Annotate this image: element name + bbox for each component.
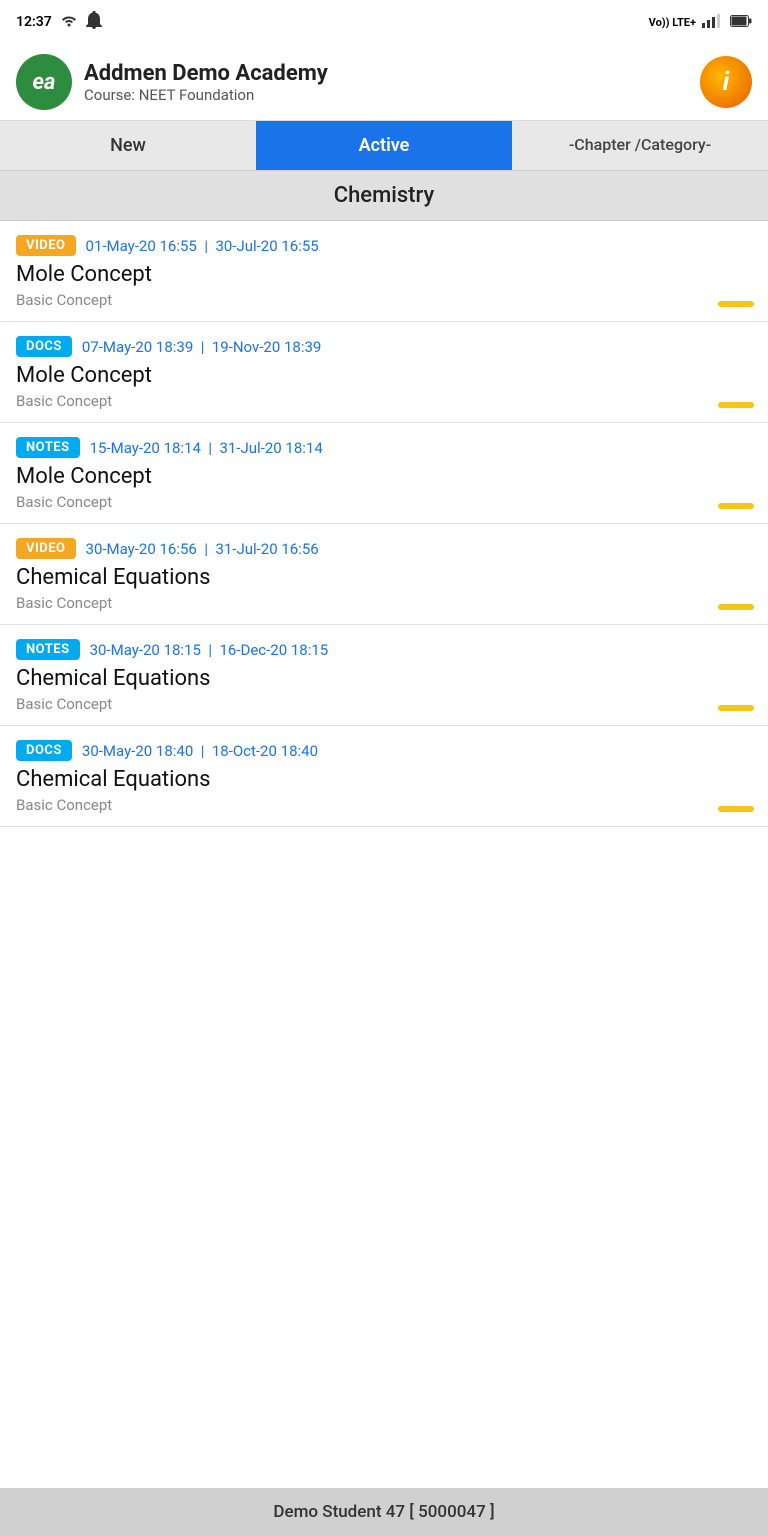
bell-icon (86, 11, 102, 33)
footer-bar: Demo Student 47 [ 5000047 ] (0, 1488, 768, 1536)
battery-icon (730, 15, 752, 30)
item-subtitle-3: Basic Concept (16, 594, 752, 612)
tab-active[interactable]: Active (256, 121, 512, 170)
logo-text: ea (33, 70, 56, 95)
item-meta-3: VIDEO 30-May-20 16:56 | 31-Jul-20 16:56 (16, 538, 752, 559)
tab-new[interactable]: New (0, 121, 256, 170)
date-range-4: 30-May-20 18:15 | 16-Dec-20 18:15 (90, 641, 329, 659)
header-text-block: Addmen Demo Academy Course: NEET Foundat… (84, 61, 328, 104)
item-title-0: Mole Concept (16, 262, 752, 287)
item-title-3: Chemical Equations (16, 565, 752, 590)
item-meta-0: VIDEO 01-May-20 16:55 | 30-Jul-20 16:55 (16, 235, 752, 256)
list-item[interactable]: DOCS 30-May-20 18:40 | 18-Oct-20 18:40 C… (0, 726, 768, 827)
item-title-4: Chemical Equations (16, 666, 752, 691)
app-logo: ea (16, 54, 72, 110)
signal-bars-icon (702, 14, 724, 31)
info-icon: i (723, 67, 730, 97)
item-indicator-2 (718, 503, 754, 509)
badge-notes: NOTES (16, 639, 80, 660)
date-range-3: 30-May-20 16:56 | 31-Jul-20 16:56 (86, 540, 319, 558)
list-item[interactable]: VIDEO 30-May-20 16:56 | 31-Jul-20 16:56 … (0, 524, 768, 625)
wifi-icon (60, 13, 78, 31)
badge-video: VIDEO (16, 538, 76, 559)
date-range-1: 07-May-20 18:39 | 19-Nov-20 18:39 (82, 338, 321, 356)
item-meta-5: DOCS 30-May-20 18:40 | 18-Oct-20 18:40 (16, 740, 752, 761)
item-subtitle-4: Basic Concept (16, 695, 752, 713)
item-indicator-3 (718, 604, 754, 610)
header-left: ea Addmen Demo Academy Course: NEET Foun… (16, 54, 328, 110)
item-indicator-4 (718, 705, 754, 711)
item-meta-4: NOTES 30-May-20 18:15 | 16-Dec-20 18:15 (16, 639, 752, 660)
info-button[interactable]: i (700, 56, 752, 108)
list-item[interactable]: NOTES 30-May-20 18:15 | 16-Dec-20 18:15 … (0, 625, 768, 726)
item-subtitle-1: Basic Concept (16, 392, 752, 410)
item-indicator-0 (718, 301, 754, 307)
footer-text: Demo Student 47 [ 5000047 ] (273, 1502, 494, 1522)
item-subtitle-5: Basic Concept (16, 796, 752, 814)
status-right: Vo)) LTE+ (649, 14, 752, 31)
item-subtitle-2: Basic Concept (16, 493, 752, 511)
item-meta-2: NOTES 15-May-20 18:14 | 31-Jul-20 18:14 (16, 437, 752, 458)
app-header: ea Addmen Demo Academy Course: NEET Foun… (0, 44, 768, 121)
list-item[interactable]: NOTES 15-May-20 18:14 | 31-Jul-20 18:14 … (0, 423, 768, 524)
item-title-2: Mole Concept (16, 464, 752, 489)
item-title-1: Mole Concept (16, 363, 752, 388)
badge-video: VIDEO (16, 235, 76, 256)
app-title: Addmen Demo Academy (84, 61, 328, 86)
section-title: Chemistry (0, 171, 768, 221)
item-meta-1: DOCS 07-May-20 18:39 | 19-Nov-20 18:39 (16, 336, 752, 357)
content-list: VIDEO 01-May-20 16:55 | 30-Jul-20 16:55 … (0, 221, 768, 1488)
badge-docs: DOCS (16, 740, 72, 761)
badge-docs: DOCS (16, 336, 72, 357)
tab-bar: New Active -Chapter /Category- (0, 121, 768, 171)
badge-notes: NOTES (16, 437, 80, 458)
item-title-5: Chemical Equations (16, 767, 752, 792)
item-indicator-1 (718, 402, 754, 408)
date-range-2: 15-May-20 18:14 | 31-Jul-20 18:14 (90, 439, 323, 457)
date-range-5: 30-May-20 18:40 | 18-Oct-20 18:40 (82, 742, 318, 760)
status-bar: 12:37 Vo)) LTE+ (0, 0, 768, 44)
status-left: 12:37 (16, 11, 102, 33)
app-subtitle: Course: NEET Foundation (84, 86, 328, 104)
tab-chapter-category[interactable]: -Chapter /Category- (512, 121, 768, 170)
date-range-0: 01-May-20 16:55 | 30-Jul-20 16:55 (86, 237, 319, 255)
list-item[interactable]: VIDEO 01-May-20 16:55 | 30-Jul-20 16:55 … (0, 221, 768, 322)
network-label: Vo)) LTE+ (649, 16, 696, 29)
item-subtitle-0: Basic Concept (16, 291, 752, 309)
list-item[interactable]: DOCS 07-May-20 18:39 | 19-Nov-20 18:39 M… (0, 322, 768, 423)
item-indicator-5 (718, 806, 754, 812)
time-display: 12:37 (16, 14, 52, 30)
